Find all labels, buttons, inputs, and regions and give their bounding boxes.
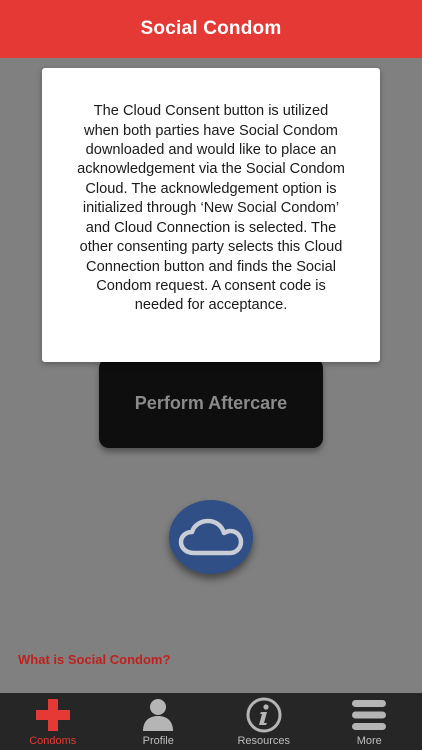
cloud-connection-button[interactable] [169, 500, 253, 574]
red-cross-icon [33, 696, 73, 734]
info-line: when both parties have Social Condom [84, 122, 338, 139]
tab-label: Profile [142, 735, 174, 747]
info-line: Connection button and finds the Social [86, 258, 336, 275]
info-dialog[interactable]: The Cloud Consent button is utilized whe… [42, 68, 380, 362]
tab-label: Condoms [29, 735, 77, 747]
person-icon [138, 696, 178, 734]
tab-more[interactable]: More [317, 693, 422, 750]
tab-resources[interactable]: Resources [211, 693, 317, 750]
menu-icon [349, 696, 389, 734]
info-line: The Cloud Consent button is utilized [93, 103, 329, 120]
cloud-icon [178, 518, 244, 556]
tab-label: More [356, 735, 382, 747]
tab-condoms[interactable]: Condoms [0, 693, 106, 750]
info-line: downloaded and would like to place an [85, 142, 337, 159]
tab-profile[interactable]: Profile [106, 693, 212, 750]
info-line: Condom request. A consent code is [96, 277, 326, 294]
info-line: initialized through ‘New Social Condom’ [82, 200, 340, 217]
app-screen: Social Condom Perform Aftercare What is … [0, 0, 422, 750]
what-is-social-condom-link[interactable]: What is Social Condom? [18, 652, 170, 667]
info-line: and Cloud Connection is selected. The [85, 219, 337, 236]
page-title: Social Condom [140, 18, 282, 39]
tab-bar: Condoms Profile Resources More [0, 693, 422, 750]
perform-aftercare-label: Perform Aftercare [134, 392, 288, 413]
info-dialog-text: The Cloud Consent button is utilized whe… [59, 102, 363, 315]
navigation-bar: Social Condom [0, 0, 422, 58]
info-line: other consenting party selects this Clou… [79, 239, 343, 256]
info-line: Cloud. The acknowledgement option is [85, 180, 337, 197]
info-icon [244, 696, 284, 734]
info-line: needed for acceptance. [134, 297, 288, 314]
perform-aftercare-button[interactable]: Perform Aftercare [99, 358, 323, 448]
tab-label: Resources [237, 735, 291, 747]
info-line: acknowledgement via the Social Condom [77, 161, 345, 178]
